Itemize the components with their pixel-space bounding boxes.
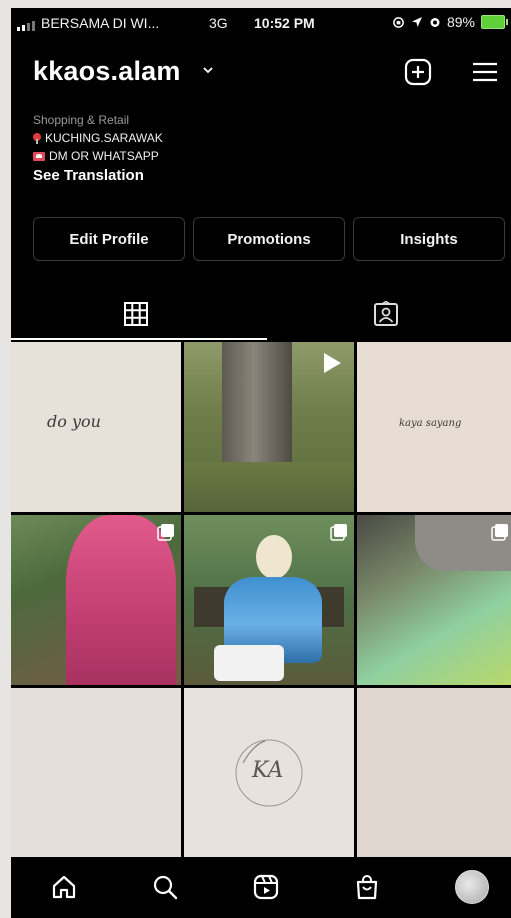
- battery-percent: 89%: [446, 14, 475, 30]
- username[interactable]: kkaos.alam: [33, 56, 181, 87]
- tagged-icon: [374, 301, 398, 326]
- status-bar: BERSAMA DI WI... 3G 10:52 PM 89%: [11, 8, 511, 38]
- add-post-icon: [404, 58, 432, 86]
- edit-profile-button[interactable]: Edit Profile: [33, 217, 185, 261]
- post-caption-text: kaya sayang: [399, 418, 462, 429]
- carrier-name: BERSAMA DI WI...: [41, 15, 160, 31]
- status-right: 89%: [392, 14, 508, 30]
- search-icon: [153, 875, 178, 900]
- bottom-navigation: [11, 857, 511, 918]
- avatar: [455, 870, 489, 904]
- post-tile[interactable]: [11, 688, 181, 857]
- post-tile[interactable]: [357, 515, 511, 685]
- menu-button[interactable]: [469, 56, 501, 88]
- nav-profile[interactable]: [454, 869, 490, 905]
- category-label: Shopping & Retail: [33, 113, 130, 127]
- pin-icon: [33, 132, 41, 144]
- alarm-icon: [430, 18, 440, 27]
- see-translation-link[interactable]: See Translation: [33, 167, 163, 185]
- battery-icon: [481, 15, 508, 29]
- post-tile[interactable]: [184, 342, 354, 512]
- reels-icon: [253, 874, 279, 900]
- hijab: [256, 535, 292, 579]
- carousel-icon: [330, 524, 347, 541]
- carousel-icon: [491, 524, 508, 541]
- profile-bio: Shopping & Retail KUCHING.SARAWAK DM OR …: [33, 111, 163, 185]
- white-skirt: [214, 645, 284, 681]
- profile-tabs: [11, 288, 511, 340]
- add-post-button[interactable]: [402, 56, 434, 88]
- nav-home[interactable]: [46, 869, 82, 905]
- post-tile[interactable]: [184, 515, 354, 685]
- tab-posts-grid[interactable]: [11, 288, 261, 340]
- post-tile[interactable]: [357, 688, 511, 857]
- grass: [184, 462, 354, 512]
- location-icon: [411, 17, 422, 27]
- contact-line: DM OR WHATSAPP: [33, 147, 163, 165]
- phone-screen: BERSAMA DI WI... 3G 10:52 PM 89% kkaos.a…: [11, 8, 511, 918]
- grid-icon: [124, 302, 148, 326]
- reel-play-icon: [324, 353, 341, 373]
- promotions-button[interactable]: Promotions: [193, 217, 345, 261]
- post-tile[interactable]: KA: [184, 688, 354, 857]
- clock: 10:52 PM: [254, 15, 315, 31]
- post-tile[interactable]: [11, 515, 181, 685]
- nav-search[interactable]: [147, 869, 183, 905]
- post-tile[interactable]: do you: [11, 342, 181, 512]
- carousel-icon: [157, 524, 174, 541]
- menu-icon: [473, 62, 497, 82]
- network-type: 3G: [209, 15, 228, 31]
- shop-icon: [356, 875, 378, 900]
- location-text: KUCHING.SARAWAK: [45, 131, 163, 145]
- brand-logo-text: KA: [252, 758, 284, 783]
- contact-text: DM OR WHATSAPP: [49, 149, 159, 163]
- tab-tagged[interactable]: [261, 288, 511, 340]
- nav-reels[interactable]: [248, 869, 284, 905]
- chevron-down-icon[interactable]: [203, 65, 213, 75]
- carrier-group: BERSAMA DI WI...: [17, 15, 159, 31]
- signal-icon: [17, 21, 35, 31]
- post-caption-text: do you: [47, 412, 101, 431]
- insights-button[interactable]: Insights: [353, 217, 505, 261]
- location-line: KUCHING.SARAWAK: [33, 129, 163, 147]
- active-tab-indicator: [11, 338, 267, 340]
- posts-grid: do you kaya sayang KA: [11, 342, 511, 857]
- home-icon: [52, 875, 76, 899]
- screen-rotation-lock-icon: [393, 16, 404, 28]
- love-letter-icon: [33, 151, 45, 161]
- nav-shop[interactable]: [349, 869, 385, 905]
- profile-header: kkaos.alam: [11, 48, 511, 98]
- post-tile[interactable]: kaya sayang: [357, 342, 511, 512]
